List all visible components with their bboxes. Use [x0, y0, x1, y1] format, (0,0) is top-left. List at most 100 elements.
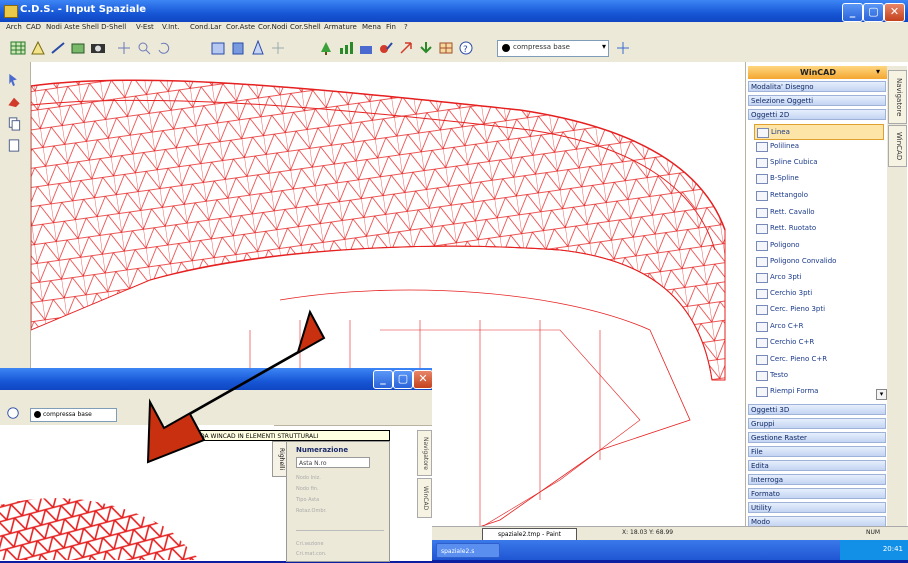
inset-minimize-button[interactable]: _ [373, 370, 393, 389]
item-cerc-pieno-cr[interactable]: Cerc. Pieno C+R [754, 352, 882, 366]
filled-circle-icon [756, 305, 768, 315]
item-cerchio-3pti[interactable]: Cerchio 3pti [754, 286, 882, 300]
stats-icon[interactable] [358, 40, 374, 56]
item-spline-cubica[interactable]: Spline Cubica [754, 155, 882, 169]
inset-close-button[interactable]: ✕ [413, 370, 433, 389]
menu-bar: Arch CAD Nodi Aste Shell D-Shell V-Est V… [0, 22, 908, 36]
item-rett-ruotato[interactable]: Rett. Ruotato [754, 221, 882, 235]
item-b-spline[interactable]: B-Spline [754, 171, 882, 185]
menu-cor-nodi[interactable]: Cor.Nodi [258, 23, 288, 31]
item-arco-3pti[interactable]: Arco 3pti [754, 270, 882, 284]
view-icon[interactable] [90, 40, 106, 56]
frame-icon[interactable] [210, 40, 226, 56]
section-file[interactable]: File [748, 446, 886, 457]
snap-icon[interactable] [615, 40, 631, 56]
field-nodo-fin: Nodo fin. [296, 486, 319, 492]
beam-icon[interactable] [50, 40, 66, 56]
menu-cond[interactable]: Cond.Lar [190, 23, 221, 31]
minimize-button[interactable]: _ [842, 3, 863, 22]
item-riempi-forma[interactable]: Riempi Forma [754, 384, 882, 398]
item-cerc-pieno-3pti[interactable]: Cerc. Pieno 3pti [754, 302, 882, 316]
maximize-button[interactable]: ▢ [863, 3, 884, 22]
document-icon[interactable] [6, 138, 22, 153]
polyline-icon [756, 142, 768, 152]
grid2-icon[interactable] [270, 40, 286, 56]
panel-header-wincad[interactable]: WinCAD [748, 66, 888, 79]
inset-tab-navigatore[interactable]: Navigatore [417, 430, 432, 476]
item-linea[interactable]: Linea [754, 124, 884, 140]
menu-cor-shell[interactable]: Cor.Shell [290, 23, 321, 31]
tower-icon[interactable] [250, 40, 266, 56]
title-bar: C.D.S. - Input Spaziale [0, 0, 908, 22]
arrow-pointer-icon [146, 309, 326, 464]
inset-tab-wincad[interactable]: WinCAD [417, 478, 432, 518]
item-rett-cavallo[interactable]: Rett. Cavallo [754, 205, 882, 219]
section-formato[interactable]: Formato [748, 488, 886, 499]
menu-mena[interactable]: Mena [362, 23, 381, 31]
node-icon[interactable] [30, 40, 46, 56]
paint-icon[interactable] [378, 40, 394, 56]
item-poligono[interactable]: Poligono [754, 238, 882, 252]
inset-divider [296, 530, 384, 531]
load-icon[interactable] [418, 40, 434, 56]
eraser-icon[interactable] [6, 94, 22, 109]
inset-layer-select[interactable]: compressa base [30, 408, 117, 422]
taskbar-item[interactable]: spaziale2.s [436, 543, 500, 558]
item-rettangolo[interactable]: Rettangolo [754, 188, 882, 202]
taskbar [430, 540, 908, 560]
section-modalita[interactable]: Modalita' Disegno [748, 81, 886, 92]
rectangle-icon [756, 191, 768, 201]
rotated-rect-icon [756, 224, 768, 234]
inset-help-icon[interactable] [6, 406, 20, 420]
menu-help[interactable]: ? [404, 23, 408, 31]
menu-armature[interactable]: Armature [324, 23, 357, 31]
chart-icon[interactable] [338, 40, 354, 56]
menu-cor-aste[interactable]: Cor.Aste [226, 23, 255, 31]
item-poligono-convalido[interactable]: Poligono Convalido [754, 254, 882, 268]
inset-layer-value: compressa base [43, 411, 92, 418]
section-oggetti-2d[interactable]: Oggetti 2D [748, 109, 886, 120]
menu-v-int[interactable]: V.Int. [162, 23, 180, 31]
polygon-alt-icon [756, 257, 768, 267]
building-icon[interactable] [230, 40, 246, 56]
rotate-icon[interactable] [156, 40, 172, 56]
item-testo[interactable]: Testo [754, 368, 882, 382]
inset-maximize-button[interactable]: ▢ [393, 370, 413, 389]
field-cri-sezione: Cri.sezione [296, 541, 324, 547]
tree-icon[interactable] [318, 40, 334, 56]
panel-pin-icon[interactable]: ▾ [876, 67, 885, 77]
table-icon[interactable] [438, 40, 454, 56]
menu-fin[interactable]: Fin [386, 23, 396, 31]
arrow-icon[interactable] [398, 40, 414, 56]
section-selezione[interactable]: Selezione Oggetti [748, 95, 886, 106]
field-nodo-iniz: Nodo Iniz. [296, 475, 321, 481]
help-icon[interactable]: ? [458, 40, 474, 56]
panel-scroll-down-button[interactable]: ▾ [876, 389, 887, 400]
clock: 20:41 [882, 545, 903, 553]
line-icon [757, 128, 769, 138]
circle-cr-icon [756, 338, 768, 348]
menu-v-est[interactable]: V-Est [136, 23, 154, 31]
section-oggetti-3d[interactable]: Oggetti 3D [748, 404, 886, 415]
grid-icon[interactable] [10, 40, 26, 56]
section-edita[interactable]: Edita [748, 460, 886, 471]
shell-icon[interactable] [70, 40, 86, 56]
section-utility[interactable]: Utility [748, 502, 886, 513]
zoom-icon[interactable] [136, 40, 152, 56]
section-interroga[interactable]: Interroga [748, 474, 886, 485]
close-button[interactable]: ✕ [884, 3, 905, 22]
pan-icon[interactable] [116, 40, 132, 56]
select-tool-icon[interactable] [6, 72, 22, 87]
tab-navigatore[interactable]: Navigatore [888, 70, 907, 124]
copy-icon[interactable] [6, 116, 22, 131]
item-cerchio-cr[interactable]: Cerchio C+R [754, 335, 882, 349]
menu-arch[interactable]: Arch [6, 23, 22, 31]
menu-nodi[interactable]: Nodi Aste Shell D-Shell [46, 23, 126, 31]
section-gruppi[interactable]: Gruppi [748, 418, 886, 429]
item-polilinea[interactable]: Polilinea [754, 139, 882, 153]
section-raster[interactable]: Gestione Raster [748, 432, 886, 443]
menu-cad[interactable]: CAD [26, 23, 41, 31]
tab-wincad[interactable]: WinCAD [888, 125, 907, 167]
layer-select[interactable]: compressa base ▾ [497, 40, 609, 57]
item-arco-cr[interactable]: Arco C+R [754, 319, 882, 333]
